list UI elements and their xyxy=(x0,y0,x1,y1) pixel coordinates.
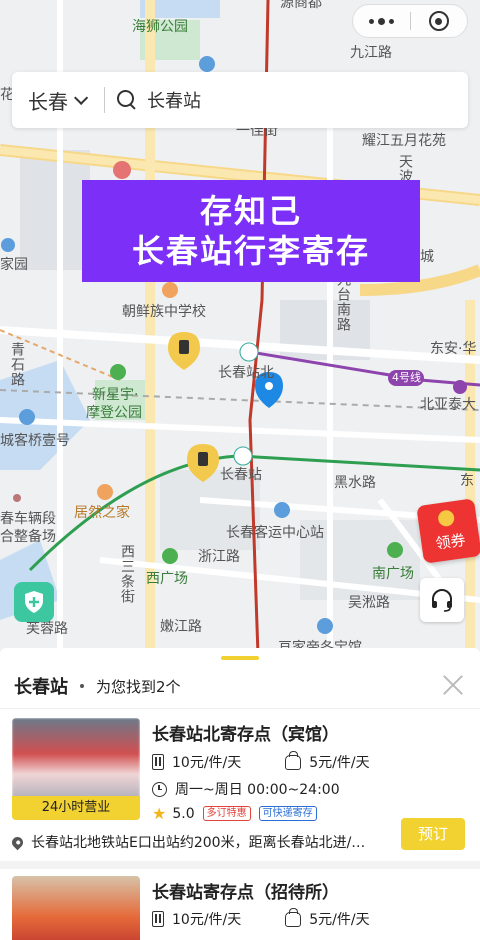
miniprogram-capsule xyxy=(352,4,468,38)
map-label: 北亚泰大 xyxy=(420,397,476,413)
banner-line-2: 长春站行李寄存 xyxy=(131,232,370,270)
price-luggage: 10元/件/天 xyxy=(172,912,242,928)
map-label-road: 西三条街 xyxy=(119,544,135,604)
location-pin-icon xyxy=(9,834,26,850)
card-divider xyxy=(0,861,480,869)
map-label-park: 新星宇· xyxy=(92,387,139,403)
target-circle-icon[interactable] xyxy=(411,11,468,31)
map-label-road: 九江路 xyxy=(350,45,392,61)
opening-hours: 周一~周日 00:00~24:00 xyxy=(175,782,340,798)
map-label: 源商都 xyxy=(280,0,322,11)
rating-row: ★ 5.0 多订特惠 可快递寄存 xyxy=(152,804,317,823)
search-input[interactable]: 长春站 xyxy=(147,87,201,113)
map-label: 城客桥壹号 xyxy=(0,433,70,449)
tag-discount: 多订特惠 xyxy=(202,806,251,821)
map-label-park: 海狮公园 xyxy=(132,19,188,35)
sheet-handle[interactable] xyxy=(221,656,259,660)
map-label-road: 芙蓉路 xyxy=(26,621,68,637)
price-row: 10元/件/天 5元/件/天 xyxy=(152,907,370,929)
price-bag: 5元/件/天 xyxy=(309,912,370,928)
hours-row: 周一~周日 00:00~24:00 xyxy=(152,779,340,799)
map-label-station: 长春客运中心站 xyxy=(226,525,324,541)
city-name: 长春 xyxy=(28,89,68,114)
luggage-icon xyxy=(152,754,164,770)
map-label-park: 摩登公园 xyxy=(86,405,142,421)
search-bar: 长春 长春站 xyxy=(12,72,468,128)
coupon-button[interactable]: 领券 xyxy=(416,498,480,564)
search-divider xyxy=(104,87,105,113)
storage-card[interactable]: 24小时营业 长春站北寄存点（宾馆） 10元/件/天 5元/件/天 周一~周日 … xyxy=(0,718,480,858)
shield-plus-icon xyxy=(25,591,43,613)
map-label-road: 黑水路 xyxy=(334,475,376,491)
map-label-station: 长春站 xyxy=(220,467,262,483)
search-icon xyxy=(117,90,137,110)
map-label-store: 居然之家 xyxy=(74,505,130,521)
map-view[interactable]: 海狮公园 源商都 九江路 花 一佳街 耀江五月花苑 天波 家园 城 朝鲜族中学校… xyxy=(0,0,480,655)
book-button[interactable]: 预订 xyxy=(401,818,465,850)
more-dots-icon[interactable] xyxy=(353,17,410,25)
map-label: 东安·华 xyxy=(430,341,477,357)
map-label: 合整备场 xyxy=(0,529,56,545)
map-label-road: 吴淞路 xyxy=(348,595,390,611)
clock-icon xyxy=(152,781,167,797)
banner-line-1: 存知己 xyxy=(199,192,302,230)
tag-express: 可快递寄存 xyxy=(258,806,317,821)
storage-card[interactable]: 长春站寄存点（招待所） 10元/件/天 5元/件/天 xyxy=(0,876,480,940)
map-label-road: 嫩江路 xyxy=(160,619,202,635)
results-sheet: 长春站 为您找到2个 24小时营业 长春站北寄存点（宾馆） 10元/件/天 5元… xyxy=(0,648,480,940)
storage-name: 长春站寄存点（招待所） xyxy=(152,883,339,903)
map-label-road: 青石路 xyxy=(9,342,25,387)
map-label-road: 浙江路 xyxy=(198,549,240,565)
map-label: 耀江五月花苑 xyxy=(362,133,446,149)
metro-line-badge: 4号线 xyxy=(392,371,421,384)
price-row: 10元/件/天 5元/件/天 xyxy=(152,750,370,772)
map-label-square: 南广场 xyxy=(372,566,414,582)
map-label: 东 xyxy=(460,473,474,489)
storage-photo xyxy=(12,876,140,940)
address-row: 长春站北地铁站E口出站约200米，距离长春站北进/… xyxy=(9,832,366,852)
chevron-down-icon xyxy=(74,90,89,105)
separator-dot xyxy=(80,684,84,688)
sheet-header: 长春站 为您找到2个 xyxy=(0,666,480,706)
sheet-title: 长春站 xyxy=(14,677,68,698)
star-icon: ★ xyxy=(152,804,167,823)
headset-icon xyxy=(432,589,452,612)
promo-banner: 存知己 长春站行李寄存 xyxy=(82,180,420,282)
map-label: 家园 xyxy=(0,257,28,273)
map-label-station: 长春站北 xyxy=(218,365,274,381)
customer-service-button[interactable] xyxy=(420,578,464,622)
map-label: 城 xyxy=(420,249,434,265)
insurance-button[interactable] xyxy=(14,582,54,622)
bag-icon xyxy=(285,907,302,927)
storage-address: 长春站北地铁站E口出站约200米，距离长春站北进/… xyxy=(31,835,366,851)
close-icon[interactable] xyxy=(440,672,466,698)
map-label: 春车辆段 xyxy=(0,511,56,527)
storage-name: 长春站北寄存点（宾馆） xyxy=(152,725,339,745)
header-divider xyxy=(0,708,480,709)
map-label-school: 朝鲜族中学校 xyxy=(122,304,206,320)
storage-photo: 24小时营业 xyxy=(12,718,140,820)
price-bag: 5元/件/天 xyxy=(309,755,370,771)
luggage-icon xyxy=(152,911,164,927)
bag-icon xyxy=(285,750,302,770)
rating-value: 5.0 xyxy=(172,805,195,822)
price-luggage: 10元/件/天 xyxy=(172,755,242,771)
result-count: 为您找到2个 xyxy=(96,677,181,696)
open-24h-badge: 24小时营业 xyxy=(12,796,140,820)
map-label-square: 西广场 xyxy=(146,571,188,587)
coupon-label: 领券 xyxy=(434,530,467,553)
city-selector[interactable]: 长春 xyxy=(12,86,89,115)
